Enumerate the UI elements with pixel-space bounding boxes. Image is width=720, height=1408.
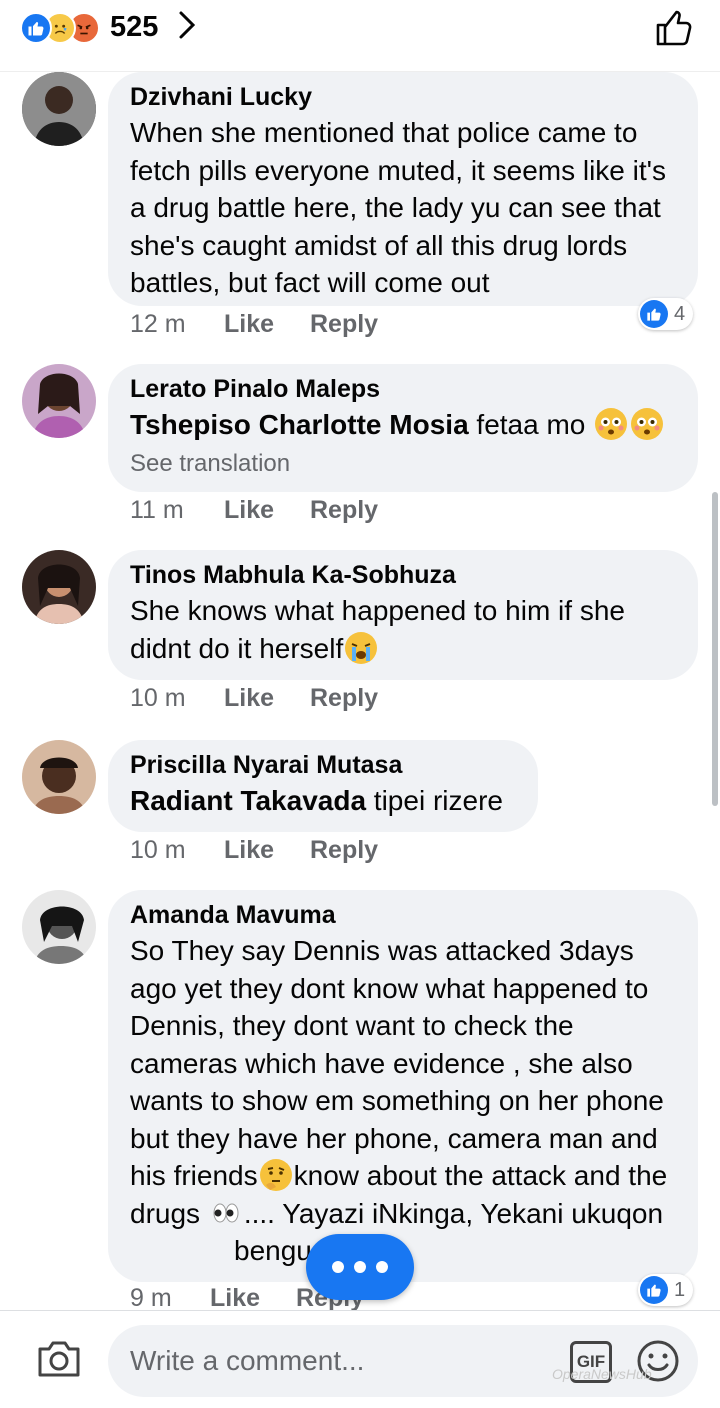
comment-bubble[interactable]: Lerato Pinalo Maleps Tshepiso Charlotte … [108,364,698,492]
comment-text: So They say Dennis was attacked 3days ag… [130,932,676,1270]
comment-text: Radiant Takavada tipei rizere [130,782,516,820]
comment-author[interactable]: Tinos Mabhula Ka-Sobhuza [130,558,676,592]
like-link[interactable]: Like [210,1286,296,1310]
comment-author[interactable]: Amanda Mavuma [130,898,676,932]
avatar[interactable] [22,740,96,814]
like-link[interactable]: Like [224,496,310,525]
comment-bubble[interactable]: Priscilla Nyarai Mutasa Radiant Takavada… [108,740,538,832]
comment-body: .... Yayazi iNkinga, Yekani ukuqon [243,1197,664,1229]
dot-icon [376,1261,388,1273]
comment-text: When she mentioned that police came to f… [130,117,667,298]
dot-icon [354,1261,366,1273]
comment-actions: 10 m Like Reply [130,836,378,865]
comment-text: She knows what happened to him if she di… [130,592,676,667]
like-link[interactable]: Like [224,684,310,713]
more-options-button[interactable] [306,1234,414,1300]
comment-body: fetaa mo [468,409,586,440]
reaction-count: 1 [674,1278,686,1301]
camera-icon[interactable] [36,1339,82,1384]
comment-bubble[interactable]: Tinos Mabhula Ka-Sobhuza She knows what … [108,550,698,680]
comment-reactions[interactable]: 4 [638,298,694,330]
mention-link[interactable]: Radiant Takavada [130,785,366,816]
dot-icon [332,1261,344,1273]
eyes-icon [210,1197,242,1229]
comment-time: 10 m [130,836,186,864]
watermark: OperaNewsHub [552,1366,652,1382]
comment-bubble[interactable]: Amanda Mavuma So They say Dennis was att… [108,890,698,1282]
like-thumb-icon[interactable] [654,8,694,53]
comment-author[interactable]: Lerato Pinalo Maleps [130,372,676,406]
reply-link[interactable]: Reply [310,496,378,525]
chevron-right-icon[interactable] [178,10,196,45]
comment-input-placeholder: Write a comment... [130,1345,365,1376]
crying-face-icon [345,631,378,664]
avatar[interactable] [22,364,96,438]
comment-time: 12 m [130,310,186,338]
like-icon [20,11,52,44]
comment-time: 10 m [130,684,186,712]
avatar[interactable] [22,72,96,146]
reaction-summary[interactable]: 525 [20,10,196,45]
flushed-face-icon [595,408,628,440]
like-link[interactable]: Like [224,310,310,339]
comment-reactions[interactable]: 1 [638,1274,694,1306]
like-link[interactable]: Like [224,836,310,865]
comment-composer: Write a comment... GIF [0,1310,720,1408]
reactions-header: 525 [0,0,720,72]
comment-body: She knows what happened to him if she di… [130,595,625,664]
reaction-count: 4 [674,302,686,325]
comment-bubble[interactable]: Dzivhani Lucky When she mentioned that p… [108,72,698,306]
comment-body: tipei rizere [366,785,503,816]
comment-actions: 10 m Like Reply [130,684,378,713]
reply-link[interactable]: Reply [310,836,378,865]
avatar[interactable] [22,550,96,624]
comment-time: 11 m [130,496,184,524]
comment-author[interactable]: Dzivhani Lucky [130,80,676,114]
flushed-face-icon [631,408,664,440]
comment-body: bengu [234,1235,312,1266]
comment-actions: 12 m Like Reply [130,310,378,339]
like-icon [640,1276,668,1304]
thinking-face-icon [259,1159,292,1191]
scrollbar[interactable] [712,492,718,806]
like-icon [640,300,668,328]
comment-actions: 11 m Like Reply [130,496,378,525]
comment-text: Tshepiso Charlotte Mosia fetaa mo [130,406,676,444]
comment-author[interactable]: Priscilla Nyarai Mutasa [130,748,516,782]
reply-link[interactable]: Reply [310,684,378,713]
see-translation-link[interactable]: See translation [130,446,676,482]
reply-link[interactable]: Reply [310,310,378,339]
reaction-count: 525 [110,11,159,43]
comment-body: So They say Dennis was attacked 3days ag… [130,935,664,1191]
avatar[interactable] [22,890,96,964]
comment-time: 9 m [130,1286,172,1310]
mention-link[interactable]: Tshepiso Charlotte Mosia [130,409,469,440]
comment-input[interactable]: Write a comment... GIF [108,1325,698,1397]
